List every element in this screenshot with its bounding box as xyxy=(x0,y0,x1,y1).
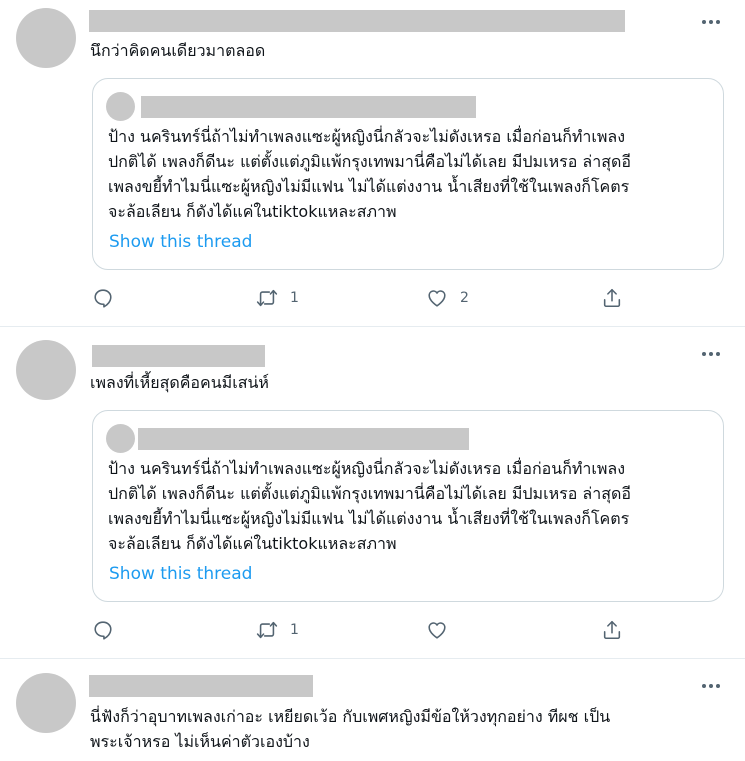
tweet-text-line: นึกว่าคิดคนเดียวมาตลอด xyxy=(90,41,266,60)
tweet-text: นึกว่าคิดคนเดียวมาตลอด xyxy=(90,38,265,63)
quoted-text-line: ป้าง นครินทร์นี่ถ้าไม่ทำเพลงแซะผู้หญิงนี… xyxy=(108,127,626,146)
avatar[interactable] xyxy=(16,673,76,733)
author-name-placeholder[interactable] xyxy=(89,10,625,32)
tweet-text-line: นี่ฟังก็ว่าอุบาทเพลงเก่าอะ เหยียดเว้อ กั… xyxy=(90,707,611,726)
retweet-icon xyxy=(256,289,278,307)
like-count: 2 xyxy=(460,290,469,306)
like-icon xyxy=(428,290,446,307)
author-name-placeholder[interactable] xyxy=(89,675,313,697)
tweet[interactable]: นี่ฟังก็ว่าอุบาทเพลงเก่าอะ เหยียดเว้อ กั… xyxy=(0,659,745,761)
quoted-text-line: จะล้อเลียน ก็ดังได้แค่ในtiktokแหละสภาพ xyxy=(108,534,397,553)
retweet-count: 1 xyxy=(290,290,299,306)
avatar[interactable] xyxy=(16,340,76,400)
quoted-text: ป้าง นครินทร์นี่ถ้าไม่ทำเพลงแซะผู้หญิงนี… xyxy=(108,456,631,556)
retweet-button[interactable]: 1 xyxy=(256,617,299,643)
share-button[interactable] xyxy=(601,285,623,311)
tweet-actions: 1 xyxy=(92,617,632,643)
show-thread-link[interactable]: Show this thread xyxy=(109,562,252,586)
quoted-tweet[interactable]: ป้าง นครินทร์นี่ถ้าไม่ทำเพลงแซะผู้หญิงนี… xyxy=(92,410,724,602)
share-button[interactable] xyxy=(601,617,623,643)
quoted-avatar xyxy=(106,92,135,121)
author-name-placeholder[interactable] xyxy=(92,345,265,367)
tweet-actions: 1 2 xyxy=(92,285,632,311)
reply-button[interactable] xyxy=(92,617,114,643)
quoted-text-line: ป้าง นครินทร์นี่ถ้าไม่ทำเพลงแซะผู้หญิงนี… xyxy=(108,459,626,478)
reply-icon xyxy=(94,289,112,308)
quoted-text-line: ปกติได้ เพลงก็ดีนะ แต่ตั้งแต่ภูมิแพ้กรุง… xyxy=(108,484,631,503)
tweet-text-line: เพลงที่เหี้ยสุดคือคนมีเสน่ห์ xyxy=(90,373,269,392)
retweet-button[interactable]: 1 xyxy=(256,285,299,311)
quoted-text-line: เพลงขยี้ทำไมนี่แซะผู้หญิงไม่มีแฟน ไม่ได้… xyxy=(108,177,630,196)
quoted-text-line: จะล้อเลียน ก็ดังได้แค่ในtiktokแหละสภาพ xyxy=(108,202,397,221)
quoted-avatar xyxy=(106,424,135,453)
like-icon xyxy=(428,622,446,639)
share-icon xyxy=(603,288,621,308)
tweet[interactable]: เพลงที่เหี้ยสุดคือคนมีเสน่ห์ ป้าง นครินท… xyxy=(0,327,745,658)
quoted-author-placeholder xyxy=(141,96,476,118)
quoted-text-line: เพลงขยี้ทำไมนี่แซะผู้หญิงไม่มีแฟน ไม่ได้… xyxy=(108,509,630,528)
share-icon xyxy=(603,620,621,640)
tweet-text: เพลงที่เหี้ยสุดคือคนมีเสน่ห์ xyxy=(90,370,269,395)
quoted-tweet[interactable]: ป้าง นครินทร์นี่ถ้าไม่ทำเพลงแซะผู้หญิงนี… xyxy=(92,78,724,270)
quoted-author-placeholder xyxy=(138,428,469,450)
more-icon[interactable] xyxy=(697,12,725,32)
quoted-text: ป้าง นครินทร์นี่ถ้าไม่ทำเพลงแซะผู้หญิงนี… xyxy=(108,124,631,224)
tweet-text-line: พระเจ้าหรอ ไม่เห็นค่าตัวเองบ้าง xyxy=(90,732,310,751)
more-icon[interactable] xyxy=(697,676,725,696)
more-icon[interactable] xyxy=(697,344,725,364)
like-button[interactable]: 2 xyxy=(426,285,469,311)
show-thread-link[interactable]: Show this thread xyxy=(109,230,252,254)
reply-icon xyxy=(94,621,112,640)
tweet[interactable]: นึกว่าคิดคนเดียวมาตลอด ป้าง นครินทร์นี่ถ… xyxy=(0,0,745,326)
quoted-text-line: ปกติได้ เพลงก็ดีนะ แต่ตั้งแต่ภูมิแพ้กรุง… xyxy=(108,152,631,171)
tweet-text: นี่ฟังก็ว่าอุบาทเพลงเก่าอะ เหยียดเว้อ กั… xyxy=(90,704,610,754)
retweet-icon xyxy=(256,621,278,639)
retweet-count: 1 xyxy=(290,622,299,638)
avatar[interactable] xyxy=(16,8,76,68)
like-button[interactable] xyxy=(426,617,460,643)
reply-button[interactable] xyxy=(92,285,114,311)
